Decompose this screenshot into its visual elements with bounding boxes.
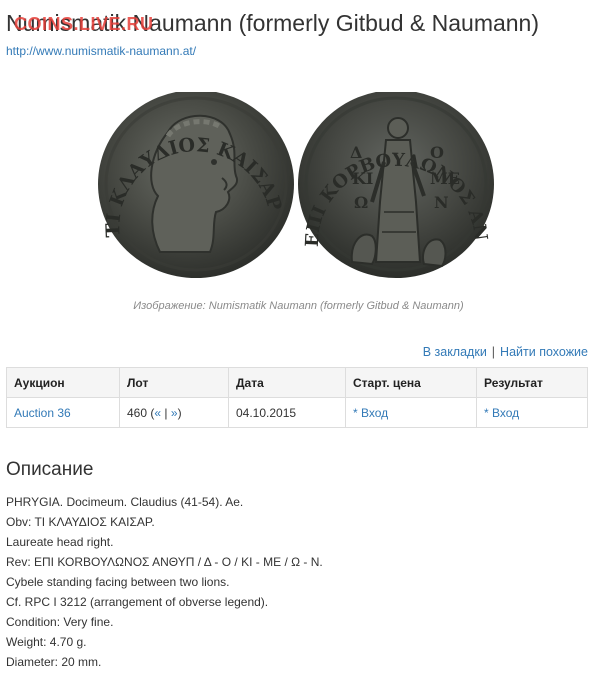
description-line: Condition: Very fine. <box>6 615 114 629</box>
lot-nav-bar: | <box>164 405 168 420</box>
description-line: Weight: 4.70 g. <box>6 635 87 649</box>
description-line: Cf. RPC I 3212 (arrangement of obverse l… <box>6 595 269 609</box>
description-text: PHRYGIA. Docimeum. Claudius (41-54). Ae.… <box>6 492 323 672</box>
column-header-auction: Аукцион <box>6 367 120 398</box>
bookmark-link[interactable]: В закладки <box>423 345 487 359</box>
site-url-link[interactable]: http://www.numismatik-naumann.at/ <box>6 44 196 58</box>
description-line: Obv: TI ΚΛΑΥΔΙΟΣ ΚΑΙΣΑΡ. <box>6 515 155 529</box>
description-line: Laureate head right. <box>6 535 114 549</box>
image-caption: Изображение: Numismatik Naumann (formerl… <box>133 300 464 312</box>
column-header-start-price: Старт. цена <box>345 367 477 398</box>
description-line: Diameter: 20 mm. <box>6 655 102 669</box>
cell-auction: Auction 36 <box>6 397 120 428</box>
prev-lot-link[interactable]: « <box>154 406 161 420</box>
cell-result: * Вход <box>476 397 588 428</box>
table-header-row: Аукцион Лот Дата Старт. цена Результат <box>6 367 588 398</box>
table-row: Auction 36 460 (« | ») 04.10.2015 * Вход… <box>6 397 588 428</box>
description-line: Cybele standing facing between two lions… <box>6 575 230 589</box>
description-heading: Описание <box>6 459 94 480</box>
svg-text:Ν: Ν <box>434 193 449 212</box>
result-login-link[interactable]: * Вход <box>484 406 519 420</box>
svg-text:Ω: Ω <box>354 193 368 212</box>
find-similar-link[interactable]: Найти похожие <box>500 345 588 359</box>
description-line: Rev: ΕΠΙ ΚΟRΒΟΥΛΩΝΟΣ ΑΝΘΥΠ / Δ - Ο / ΚΙ … <box>6 555 323 569</box>
lot-number: 460 <box>127 405 148 420</box>
column-header-lot: Лот <box>119 367 229 398</box>
start-price-login-link[interactable]: * Вход <box>353 406 388 420</box>
coin-image[interactable]: ΤΙ ΚΛΑΥΔΙΟΣ ΚΑΙΣΑΡ Δ Ο ΚΙ ΜΕ Ω Ν ΕΠΙ ΚΟΡ… <box>0 92 597 282</box>
column-header-date: Дата <box>228 367 346 398</box>
actions-bar: В закладки | Найти похожие <box>423 345 588 359</box>
header: Numismatik Naumann (formerly Gitbud & Na… <box>6 8 591 40</box>
column-header-result: Результат <box>476 367 588 398</box>
actions-separator: | <box>491 345 496 359</box>
lot-nav-close: ) <box>177 405 182 420</box>
lot-nav: (« | ») <box>150 406 181 420</box>
coin-photo: ΤΙ ΚΛΑΥΔΙΟΣ ΚΑΙΣΑΡ Δ Ο ΚΙ ΜΕ Ω Ν ΕΠΙ ΚΟΡ… <box>0 92 494 278</box>
auction-link[interactable]: Auction 36 <box>14 406 71 420</box>
next-lot-link[interactable]: » <box>171 406 178 420</box>
lots-table: Аукцион Лот Дата Старт. цена Результат A… <box>6 367 588 428</box>
description-line: PHRYGIA. Docimeum. Claudius (41-54). Ae. <box>6 495 244 509</box>
cell-start-price: * Вход <box>345 397 477 428</box>
cell-lot: 460 (« | ») <box>119 397 229 428</box>
coin-obverse: ΤΙ ΚΛΑΥΔΙΟΣ ΚΑΙΣΑΡ <box>98 92 294 278</box>
watermark-logo: COINS.LIVE.RU <box>14 14 154 34</box>
cell-date: 04.10.2015 <box>228 397 346 428</box>
